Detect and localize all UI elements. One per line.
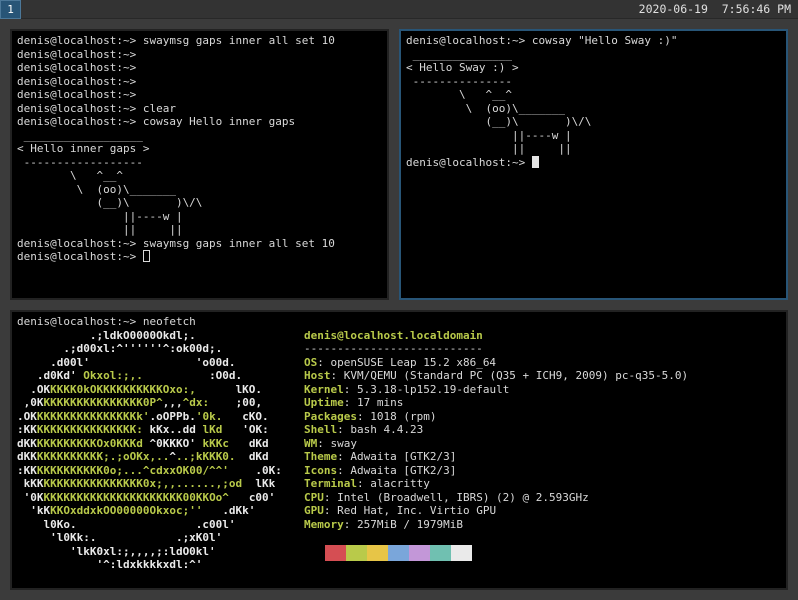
info-label: Host [304, 369, 331, 382]
info-label: CPU [304, 491, 324, 504]
info-label: Memory [304, 518, 344, 531]
status-bar: 1 2020-06-19 7:56:46 PM [0, 0, 798, 19]
terminal-line: denis@localhost:~> clear [17, 102, 382, 116]
info-label: Uptime [304, 396, 344, 409]
terminal-color-palette [304, 545, 688, 561]
terminal-line: denis@localhost:~> [17, 88, 382, 102]
terminal-line: --------------- [406, 75, 781, 89]
palette-swatch [388, 545, 409, 561]
palette-swatch [451, 545, 472, 561]
neofetch-title: denis@localhost.localdomain [304, 329, 688, 343]
terminal-line: < Hello inner gaps > [17, 142, 382, 156]
info-label: Theme [304, 450, 337, 463]
info-entry: Memory: 257MiB / 1979MiB [304, 518, 688, 532]
terminal-window-bottom[interactable]: denis@localhost:~> neofetch .;ldkO0000Ok… [10, 310, 788, 590]
neofetch-separator: --------------------------- [304, 342, 688, 356]
clock: 2020-06-19 7:56:46 PM [639, 0, 791, 19]
terminal-line: \ (oo)\_______ [17, 183, 382, 197]
palette-swatch [430, 545, 451, 561]
terminal-window-top-left[interactable]: denis@localhost:~> swaymsg gaps inner al… [10, 29, 389, 300]
terminal-line: ------------------ [17, 156, 382, 170]
palette-swatch [367, 545, 388, 561]
terminal-line: denis@localhost:~> [406, 156, 781, 170]
info-entry: Packages: 1018 (rpm) [304, 410, 688, 424]
info-entry: Shell: bash 4.4.23 [304, 423, 688, 437]
terminal-line: || || [406, 142, 781, 156]
info-label: Packages [304, 410, 357, 423]
terminal-line: __________________ [17, 129, 382, 143]
neofetch-info: denis@localhost.localdomain-------------… [304, 329, 688, 561]
terminal-output: denis@localhost:~> swaymsg gaps inner al… [12, 31, 387, 267]
palette-swatch [304, 545, 325, 561]
terminal-line: (__)\ )\/\ [17, 196, 382, 210]
info-entry: Kernel: 5.3.18-lp152.19-default [304, 383, 688, 397]
info-entry: Terminal: alacritty [304, 477, 688, 491]
terminal-window-top-right[interactable]: denis@localhost:~> cowsay "Hello Sway :)… [399, 29, 788, 300]
info-label: OS [304, 356, 317, 369]
terminal-output: denis@localhost:~> cowsay "Hello Sway :)… [401, 31, 786, 172]
info-label: Shell [304, 423, 337, 436]
workspace-button-1[interactable]: 1 [0, 0, 21, 19]
info-entry: Theme: Adwaita [GTK2/3] [304, 450, 688, 464]
terminal-cursor [143, 250, 150, 262]
terminal-line: \ ^__^ [406, 88, 781, 102]
sway-desktop: { "bar": { "workspace_label": "1", "cloc… [0, 0, 798, 600]
terminal-line: denis@localhost:~> cowsay "Hello Sway :)… [406, 34, 781, 48]
palette-swatch [409, 545, 430, 561]
info-entry: Icons: Adwaita [GTK2/3] [304, 464, 688, 478]
terminal-line: ||----w | [17, 210, 382, 224]
terminal-line: \ (oo)\_______ [406, 102, 781, 116]
info-label: Icons [304, 464, 337, 477]
terminal-line: denis@localhost:~> cowsay Hello inner ga… [17, 115, 382, 129]
info-label: WM [304, 437, 317, 450]
terminal-line: denis@localhost:~> [17, 75, 382, 89]
terminal-line: _______________ [406, 48, 781, 62]
info-entry: OS: openSUSE Leap 15.2 x86_64 [304, 356, 688, 370]
terminal-line: ||----w | [406, 129, 781, 143]
terminal-line: (__)\ )\/\ [406, 115, 781, 129]
info-label: Kernel [304, 383, 344, 396]
info-entry: Uptime: 17 mins [304, 396, 688, 410]
terminal-line: || || [17, 223, 382, 237]
terminal-line: denis@localhost:~> [17, 250, 382, 264]
info-label: Terminal [304, 477, 357, 490]
terminal-line: denis@localhost:~> swaymsg gaps inner al… [17, 237, 382, 251]
terminal-line: < Hello Sway :) > [406, 61, 781, 75]
terminal-line: denis@localhost:~> neofetch [17, 315, 781, 329]
info-entry: GPU: Red Hat, Inc. Virtio GPU [304, 504, 688, 518]
terminal-line: denis@localhost:~> [17, 48, 382, 62]
info-label: GPU [304, 504, 324, 517]
info-entry: WM: sway [304, 437, 688, 451]
terminal-line: \ ^__^ [17, 169, 382, 183]
terminal-line: denis@localhost:~> [17, 61, 382, 75]
palette-swatch [325, 545, 346, 561]
terminal-line: denis@localhost:~> swaymsg gaps inner al… [17, 34, 382, 48]
info-entry: CPU: Intel (Broadwell, IBRS) (2) @ 2.593… [304, 491, 688, 505]
info-entry: Host: KVM/QEMU (Standard PC (Q35 + ICH9,… [304, 369, 688, 383]
terminal-cursor [532, 156, 539, 168]
palette-swatch [346, 545, 367, 561]
